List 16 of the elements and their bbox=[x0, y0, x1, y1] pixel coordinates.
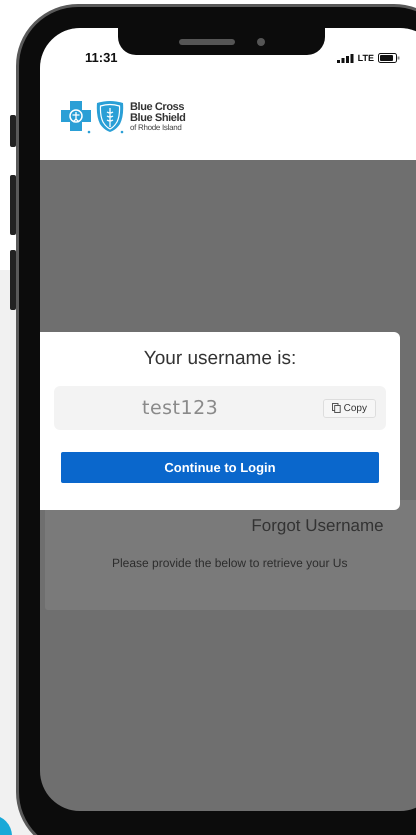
logo-subtitle: of Rhode Island bbox=[130, 124, 183, 132]
logo-wordmark: Blue Cross bbox=[130, 102, 186, 113]
form-instructions: Please provide the below to retrieve your Us bbox=[112, 556, 348, 570]
copy-icon bbox=[332, 403, 341, 413]
battery-icon bbox=[378, 53, 400, 63]
logo-wordmark: Blue Shield bbox=[130, 113, 186, 124]
status-time: 11:31 bbox=[85, 50, 118, 65]
shield-logo-icon bbox=[95, 100, 125, 134]
dialog-title: Your username is: bbox=[144, 348, 296, 370]
continue-to-login-button[interactable]: Continue to Login bbox=[61, 452, 379, 483]
signal-icon bbox=[336, 54, 354, 62]
copy-button[interactable]: Copy bbox=[322, 398, 376, 418]
form-title: Forgot Username bbox=[251, 516, 384, 536]
network-label: LTE bbox=[358, 53, 374, 63]
cross-logo-icon bbox=[60, 100, 92, 134]
username-field[interactable]: test123 Copy bbox=[54, 386, 386, 430]
